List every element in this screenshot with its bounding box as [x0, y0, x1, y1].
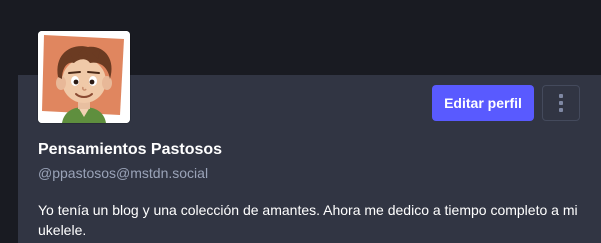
vertical-ellipsis-icon — [559, 94, 563, 112]
more-options-button[interactable] — [542, 85, 580, 121]
edit-profile-button[interactable]: Editar perfil — [432, 85, 534, 121]
account-handle[interactable]: @ppastosos@mstdn.social — [38, 165, 208, 181]
display-name: Pensamientos Pastosos — [38, 141, 223, 158]
profile-bio: Yo tenía un blog y una colección de aman… — [38, 202, 578, 238]
cartoon-avatar-icon — [38, 31, 130, 123]
avatar[interactable] — [38, 31, 130, 123]
